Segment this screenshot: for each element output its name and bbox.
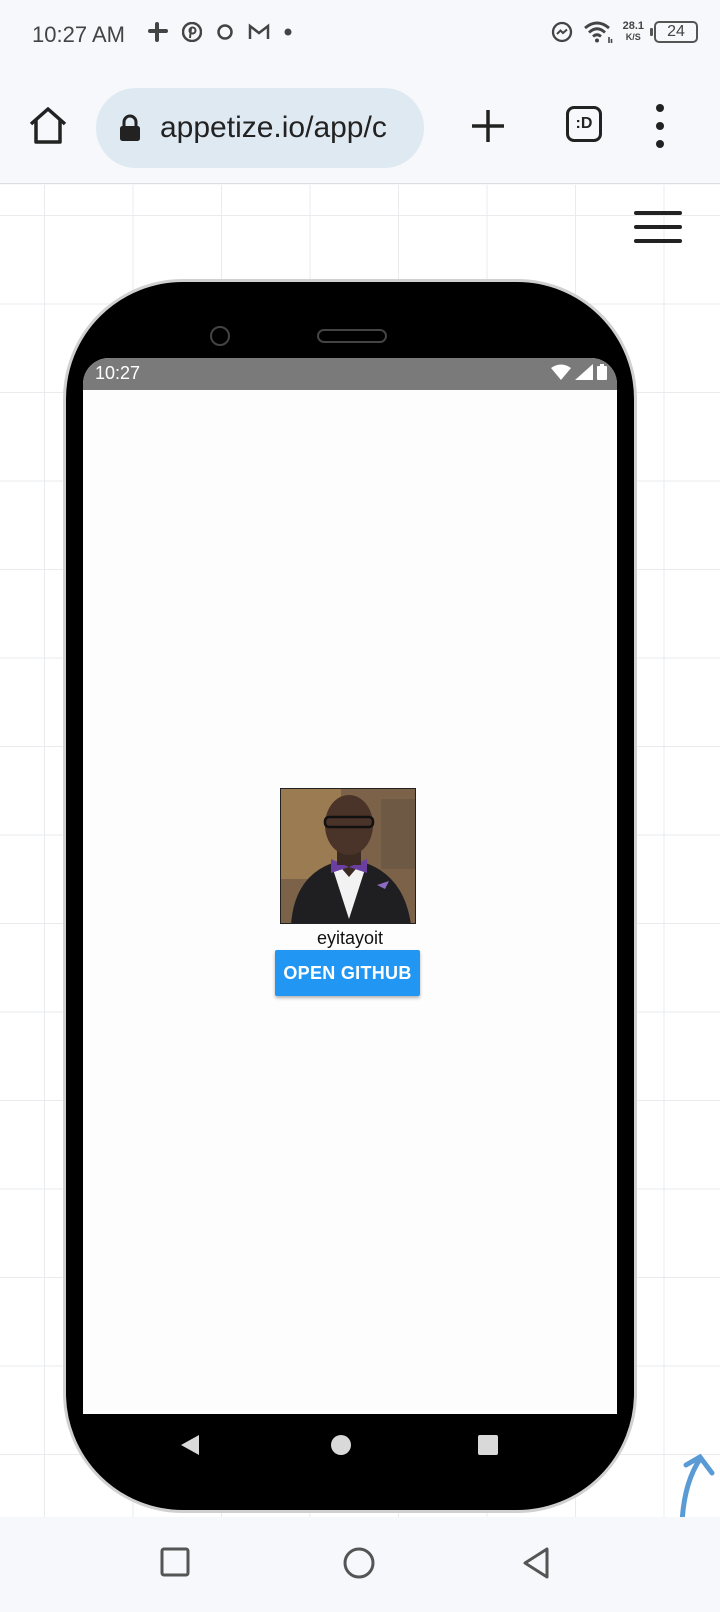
profile-username: eyitayoit: [316, 928, 384, 948]
open-github-button[interactable]: OPEN GITHUB: [275, 950, 420, 996]
device-recents-icon[interactable]: [477, 1434, 499, 1456]
wifi-icon: [551, 364, 571, 380]
status-bar: 10:27 AM 28.1 K/S 24: [0, 0, 720, 72]
battery-indicator: 24: [650, 21, 698, 43]
signal-icon: [575, 364, 593, 380]
slack-icon: [148, 22, 168, 42]
profile-avatar: [280, 788, 416, 924]
hamburger-menu-icon[interactable]: [634, 211, 682, 243]
profile-photo: [281, 789, 415, 923]
battery-icon: [597, 364, 607, 380]
webpage: 10:27 eyitayoit OPEN GITHUB: [0, 185, 720, 1517]
scroll-up-arrow-icon[interactable]: [676, 1443, 720, 1517]
messenger-icon: [551, 21, 572, 43]
network-speed: 28.1 K/S: [623, 21, 644, 43]
device-status-bar: 10:27: [83, 358, 617, 390]
home-icon[interactable]: [26, 104, 70, 148]
speaker-grille: [317, 329, 387, 343]
url-text[interactable]: appetize.io/app/c: [160, 111, 387, 145]
pinterest-icon: [182, 22, 202, 42]
device-frame: 10:27 eyitayoit OPEN GITHUB: [63, 279, 637, 1513]
device-back-icon[interactable]: [179, 1434, 201, 1456]
more-menu-icon[interactable]: [650, 104, 670, 148]
lock-icon: [120, 114, 140, 141]
gmail-icon: [248, 23, 270, 39]
home-circle-icon[interactable]: [343, 1547, 375, 1579]
tab-switcher-button[interactable]: :D: [566, 106, 602, 142]
device-screen[interactable]: 10:27 eyitayoit OPEN GITHUB: [83, 358, 617, 1414]
recents-square-icon[interactable]: [160, 1547, 190, 1577]
network-speed-unit: K/S: [625, 32, 641, 42]
back-triangle-icon[interactable]: [522, 1547, 550, 1579]
system-nav-bar: [0, 1517, 720, 1612]
network-speed-value: 28.1: [622, 20, 644, 32]
system-indicators: 28.1 K/S 24: [551, 20, 698, 44]
notification-icons: [148, 22, 292, 42]
device-status-time: 10:27: [95, 363, 141, 383]
device-status-icons: [551, 364, 607, 380]
browser-toolbar: appetize.io/app/c :D: [0, 72, 720, 184]
device-home-icon[interactable]: [330, 1434, 352, 1456]
camera-icon: [210, 326, 230, 346]
sync-icon: [217, 24, 233, 40]
wifi-icon: [583, 21, 612, 43]
device-nav-bar: [83, 1414, 617, 1478]
address-bar[interactable]: appetize.io/app/c: [96, 88, 424, 168]
new-tab-icon[interactable]: [468, 106, 508, 146]
dot-icon: [284, 28, 292, 36]
status-time: 10:27 AM: [32, 22, 125, 47]
app-content: eyitayoit OPEN GITHUB: [83, 390, 617, 1414]
